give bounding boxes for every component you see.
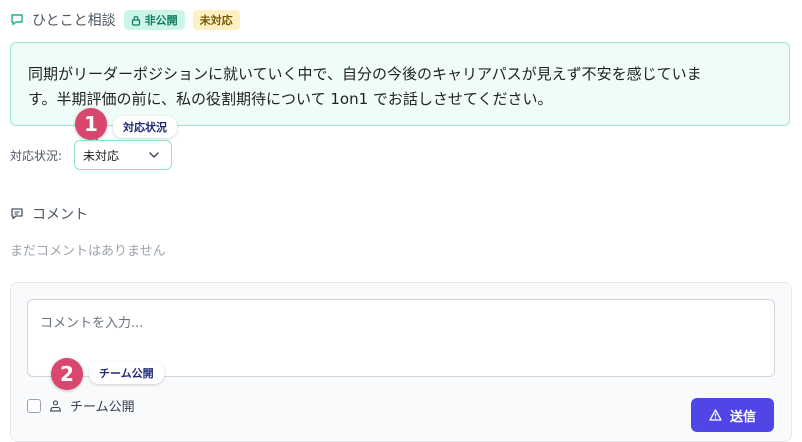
send-button-label: 送信 bbox=[729, 408, 756, 424]
no-comments-text: まだコメントはありません bbox=[10, 244, 166, 259]
comments-heading: コメント bbox=[10, 204, 88, 224]
comment-icon bbox=[10, 207, 24, 221]
team-public-option[interactable]: チーム公開 bbox=[27, 396, 135, 415]
annotation-callout-2: チーム公開 bbox=[89, 362, 164, 384]
status-select[interactable]: 未対応 bbox=[74, 140, 172, 170]
annotation-callout-1: 対応状況 bbox=[113, 116, 177, 138]
team-public-label: チーム公開 bbox=[70, 400, 135, 415]
annotation-marker-1: 1 bbox=[75, 108, 107, 140]
team-public-checkbox[interactable] bbox=[27, 398, 41, 413]
chevron-down-icon bbox=[149, 152, 159, 158]
status-select-value: 未対応 bbox=[83, 148, 120, 163]
team-icon bbox=[49, 399, 62, 412]
comments-title: コメント bbox=[32, 207, 88, 223]
warning-icon bbox=[709, 409, 722, 421]
send-button[interactable]: 送信 bbox=[691, 398, 774, 432]
status-label: 対応状況: bbox=[10, 149, 63, 163]
annotation-marker-2: 2 bbox=[51, 358, 83, 390]
